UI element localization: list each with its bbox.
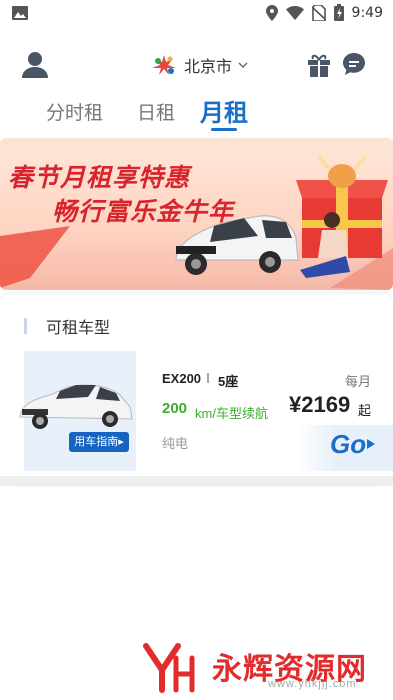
rental-tabs: 分时租 日租 月租 <box>0 92 393 136</box>
user-guide-button[interactable]: 用车指南▸ <box>69 432 129 452</box>
car-model: EX200 <box>162 371 202 386</box>
watermark: 永辉资源网 www.yhkjjj.com <box>142 640 372 696</box>
tab-daily[interactable]: 日租 <box>137 98 175 125</box>
car-list-panel: 可租车型 用车指南▸ EX200 5座 200 km/车型续航 纯电 每月 ¥2… <box>0 294 393 486</box>
city-logo-icon <box>152 55 176 75</box>
section-title: 可租车型 <box>46 320 111 337</box>
watermark-url: www.yhkjjj.com <box>268 678 357 690</box>
car-seats: 5座 <box>218 374 239 389</box>
tab-monthly[interactable]: 月租 <box>200 93 248 128</box>
gift-icon[interactable] <box>306 52 332 78</box>
range-unit: km/车型续航 <box>195 406 268 421</box>
no-sim-icon <box>311 4 326 21</box>
tab-hourly[interactable]: 分时租 <box>46 98 103 125</box>
range-value: 200 <box>162 400 188 417</box>
wifi-icon <box>285 5 304 20</box>
avatar-icon[interactable] <box>20 50 50 80</box>
section-marker <box>24 318 27 334</box>
status-bar: 9:49 <box>0 0 393 28</box>
banner-title: 春节月租享特惠 <box>8 164 191 192</box>
location-icon <box>265 4 278 21</box>
price-period: 每月 <box>345 374 372 389</box>
separator <box>207 373 209 383</box>
chat-icon[interactable] <box>342 52 366 76</box>
city-name: 北京市 <box>184 59 233 76</box>
price-suffix: 起 <box>358 403 372 418</box>
status-time: 9:49 <box>351 4 383 21</box>
app-header: 北京市 <box>0 38 393 90</box>
price-value: ¥2169 <box>289 392 351 417</box>
city-selector[interactable]: 北京市 <box>150 52 248 78</box>
go-button[interactable]: Go <box>330 429 366 460</box>
car-card[interactable]: 用车指南▸ EX200 5座 200 km/车型续航 纯电 每月 ¥2169 起… <box>19 351 393 471</box>
fuel-type: 纯电 <box>162 436 189 451</box>
car-image-panel: 用车指南▸ <box>19 351 136 471</box>
battery-icon <box>333 4 344 21</box>
arrow-right-icon <box>367 439 375 449</box>
tab-indicator <box>211 128 237 131</box>
section-divider <box>0 476 393 486</box>
image-icon <box>12 6 28 20</box>
promo-banner[interactable]: 春节月租享特惠 畅行富乐金牛年 <box>0 138 393 290</box>
car-image <box>19 384 133 429</box>
banner-subtitle: 畅行富乐金牛年 <box>52 198 235 226</box>
watermark-logo <box>143 643 195 693</box>
chevron-down-icon <box>238 62 248 68</box>
